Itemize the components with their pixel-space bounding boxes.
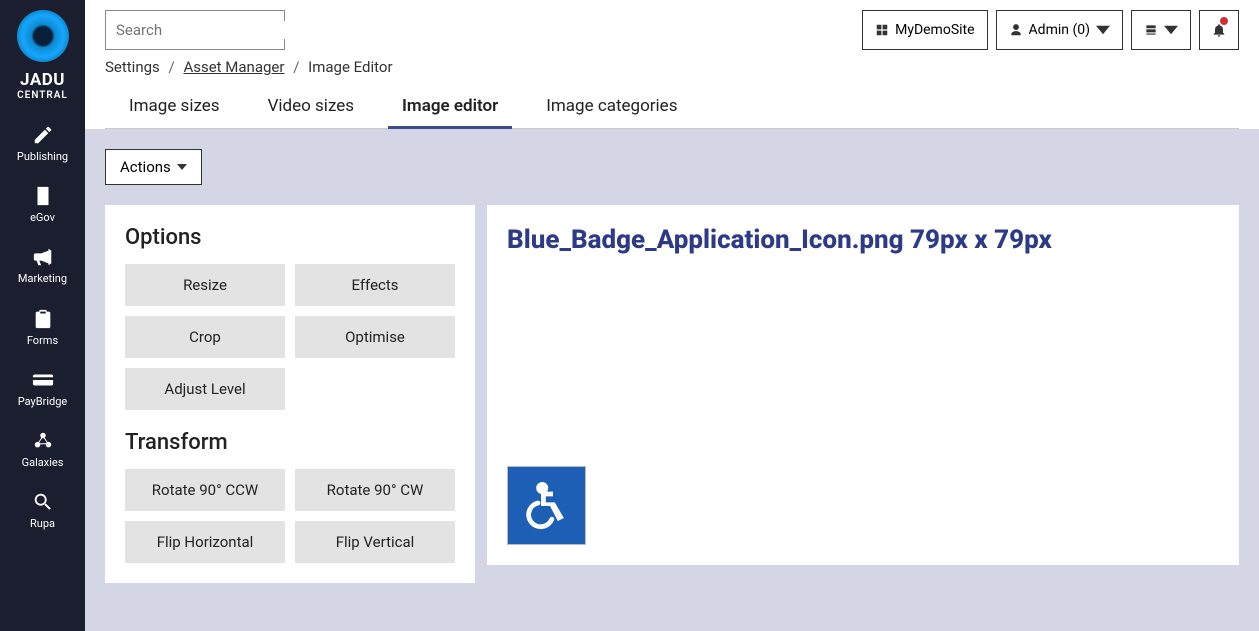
logo-icon xyxy=(15,8,71,64)
tab-image-categories[interactable]: Image categories xyxy=(542,88,681,128)
storage-icon xyxy=(1144,23,1158,37)
breadcrumb: Settings / Asset Manager / Image Editor xyxy=(105,58,1239,76)
actions-dropdown[interactable]: Actions xyxy=(105,149,202,185)
building-icon xyxy=(32,185,54,207)
card-icon xyxy=(32,369,54,391)
brand-logo[interactable]: JADU CENTRAL xyxy=(15,8,71,101)
flip-vertical-button[interactable]: Flip Vertical xyxy=(295,521,455,563)
image-title: Blue_Badge_Application_Icon.png 79px x 7… xyxy=(507,225,1219,255)
nav-publishing[interactable]: Publishing xyxy=(0,113,85,174)
image-preview xyxy=(507,466,586,545)
rotate-cw-button[interactable]: Rotate 90° CW xyxy=(295,469,455,511)
search-box[interactable] xyxy=(105,10,285,50)
nav-rupa[interactable]: Rupa xyxy=(0,480,85,541)
rotate-ccw-button[interactable]: Rotate 90° CCW xyxy=(125,469,285,511)
tab-image-sizes[interactable]: Image sizes xyxy=(125,88,224,128)
tab-image-editor[interactable]: Image editor xyxy=(398,88,502,128)
storage-menu[interactable] xyxy=(1131,10,1191,50)
notification-dot xyxy=(1220,17,1228,25)
nav-egov[interactable]: eGov xyxy=(0,174,85,235)
brand-main: JADU xyxy=(20,70,65,90)
effects-button[interactable]: Effects xyxy=(295,264,455,306)
crumb-asset-manager[interactable]: Asset Manager xyxy=(183,58,284,76)
tabs: Image sizes Video sizes Image editor Ima… xyxy=(105,88,1239,129)
clipboard-icon xyxy=(32,308,54,330)
site-selector[interactable]: MyDemoSite xyxy=(862,10,987,50)
flip-horizontal-button[interactable]: Flip Horizontal xyxy=(125,521,285,563)
user-menu[interactable]: Admin (0) xyxy=(996,10,1123,50)
optimise-button[interactable]: Optimise xyxy=(295,316,455,358)
accessibility-icon xyxy=(517,476,577,536)
content-area: Actions Options Resize Effects Crop Opti… xyxy=(85,129,1259,631)
brand-sub: CENTRAL xyxy=(17,90,68,101)
nav-paybridge[interactable]: PayBridge xyxy=(0,358,85,419)
nodes-icon xyxy=(32,430,54,452)
crop-button[interactable]: Crop xyxy=(125,316,285,358)
preview-panel: Blue_Badge_Application_Icon.png 79px x 7… xyxy=(487,205,1239,565)
options-heading: Options xyxy=(125,225,455,250)
topbar: MyDemoSite Admin (0) xyxy=(85,0,1259,129)
search-input[interactable] xyxy=(116,21,315,39)
bullhorn-icon xyxy=(32,246,54,268)
resize-button[interactable]: Resize xyxy=(125,264,285,306)
search-icon xyxy=(32,491,54,513)
layout-icon xyxy=(875,23,889,37)
adjust-level-button[interactable]: Adjust Level xyxy=(125,368,285,410)
nav-galaxies[interactable]: Galaxies xyxy=(0,419,85,480)
nav-marketing[interactable]: Marketing xyxy=(0,235,85,296)
transform-heading: Transform xyxy=(125,430,455,455)
caret-down-icon xyxy=(1164,23,1178,37)
user-icon xyxy=(1009,23,1023,37)
notifications-button[interactable] xyxy=(1199,10,1239,50)
pencil-icon xyxy=(32,124,54,146)
crumb-image-editor: Image Editor xyxy=(308,58,392,76)
tab-video-sizes[interactable]: Video sizes xyxy=(264,88,358,128)
caret-down-icon xyxy=(177,162,187,172)
caret-down-icon xyxy=(1096,23,1110,37)
tools-panel: Options Resize Effects Crop Optimise Adj… xyxy=(105,205,475,583)
crumb-settings[interactable]: Settings xyxy=(105,58,160,76)
sidebar: JADU CENTRAL Publishing eGov Marketing F… xyxy=(0,0,85,631)
nav-forms[interactable]: Forms xyxy=(0,297,85,358)
